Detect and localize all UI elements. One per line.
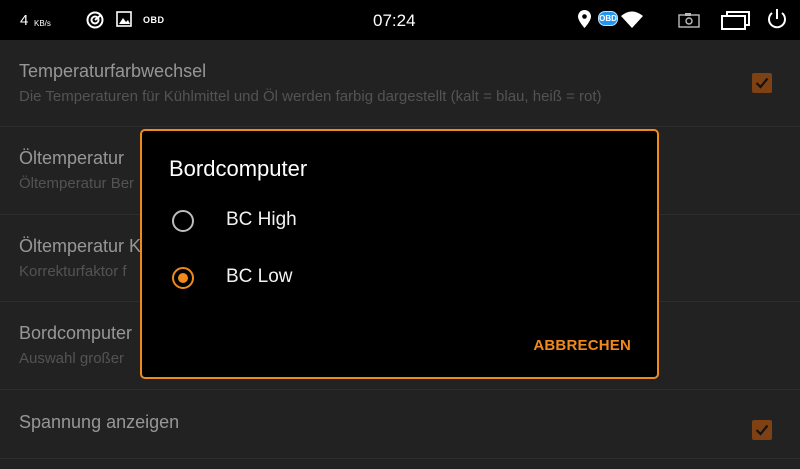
radio-dot (178, 273, 188, 283)
clock: 07:24 (373, 11, 416, 30)
radio-checked[interactable] (172, 267, 194, 289)
power-icon[interactable] (766, 8, 788, 35)
cancel-button[interactable]: ABBRECHEN (533, 337, 631, 354)
board-computer-dialog: Bordcomputer BC High BC Low ABBRECHEN (140, 129, 659, 379)
network-speed-unit: KB/s (34, 19, 51, 28)
radio-unchecked[interactable] (172, 210, 194, 232)
obd-connected-icon: OBD (598, 11, 618, 26)
wifi-icon (621, 11, 643, 33)
gauge-icon (86, 11, 104, 34)
option-bc-high[interactable]: BC High (142, 195, 657, 247)
status-bar: 4 KB/s OBD 07:24 OBD (0, 0, 800, 40)
option-bc-low[interactable]: BC Low (142, 252, 657, 304)
image-icon (116, 11, 132, 32)
network-speed-value: 4 (20, 12, 29, 29)
option-label: BC High (226, 209, 297, 230)
obd-status-label: OBD (143, 15, 165, 25)
dialog-title: Bordcomputer (169, 156, 308, 181)
location-icon (578, 10, 591, 33)
windows-icon[interactable] (721, 10, 751, 35)
option-label: BC Low (226, 266, 293, 287)
screenshot-icon[interactable] (678, 12, 700, 33)
